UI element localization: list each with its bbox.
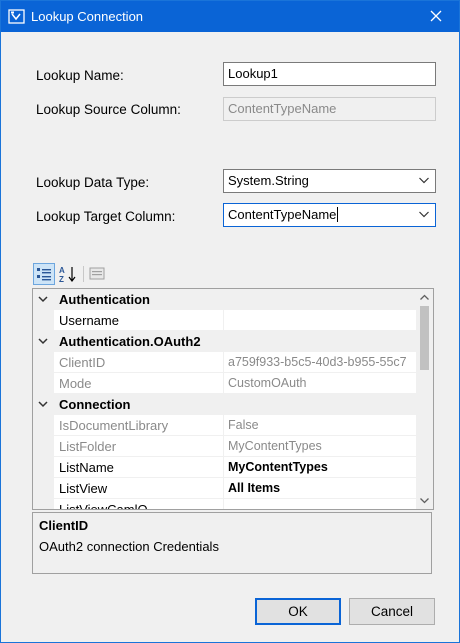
- description-text: OAuth2 connection Credentials: [39, 539, 219, 554]
- property-value: MyContentTypes: [228, 439, 322, 453]
- row-gutter: [33, 310, 54, 331]
- property-pages-button[interactable]: [87, 263, 109, 285]
- description-title: ClientID: [39, 518, 89, 533]
- lookup-target-column-value: ContentTypeName: [228, 207, 337, 222]
- categorized-button[interactable]: [33, 263, 55, 285]
- chevron-down-icon[interactable]: [37, 398, 49, 410]
- svg-text:A: A: [59, 266, 65, 275]
- property-name: IsDocumentLibrary: [59, 418, 169, 433]
- ssis-lookup-icon: [8, 9, 25, 24]
- lookup-source-column-field: ContentTypeName: [223, 97, 436, 121]
- row-gutter: [33, 499, 54, 509]
- column-divider: [223, 499, 224, 509]
- category-label: Authentication: [59, 292, 150, 307]
- column-divider: [223, 415, 224, 436]
- column-divider: [223, 310, 224, 331]
- alphabetical-button[interactable]: A Z: [57, 263, 79, 285]
- property-name: ListFolder: [59, 439, 117, 454]
- property-value[interactable]: All Items: [228, 481, 280, 495]
- title-bar[interactable]: Lookup Connection: [1, 1, 459, 32]
- property-value: False: [228, 418, 259, 432]
- property-value: CustomOAuth: [228, 376, 307, 390]
- property-row[interactable]: IsDocumentLibrary False: [33, 415, 416, 436]
- lookup-name-input[interactable]: Lookup1: [223, 62, 436, 86]
- category-label: Authentication.OAuth2: [59, 334, 201, 349]
- property-row[interactable]: ListName MyContentTypes: [33, 457, 416, 478]
- row-gutter: [33, 415, 54, 436]
- property-name: Mode: [59, 376, 92, 391]
- svg-text:Z: Z: [59, 275, 64, 284]
- column-divider: [223, 436, 224, 457]
- property-category[interactable]: Authentication: [33, 289, 416, 310]
- lookup-source-column-label: Lookup Source Column:: [36, 102, 181, 117]
- column-divider: [223, 478, 224, 499]
- categorized-icon: [37, 268, 51, 281]
- scrollbar-thumb[interactable]: [420, 306, 429, 370]
- lookup-data-type-select[interactable]: System.String: [223, 169, 436, 193]
- column-divider: [223, 457, 224, 478]
- property-row[interactable]: ClientID a759f933-b5c5-40d3-b955-55c7: [33, 352, 416, 373]
- property-grid-scrollbar[interactable]: [416, 289, 433, 509]
- property-grid[interactable]: Authentication Username Authentication.OAu…: [32, 288, 434, 510]
- lookup-data-type-label: Lookup Data Type:: [36, 175, 150, 190]
- property-row[interactable]: ListFolder MyContentTypes: [33, 436, 416, 457]
- column-divider: [223, 373, 224, 394]
- property-name: ListName: [59, 460, 114, 475]
- scroll-down-arrow-icon[interactable]: [416, 492, 433, 509]
- property-category[interactable]: Authentication.OAuth2: [33, 331, 416, 352]
- lookup-name-label: Lookup Name:: [36, 68, 124, 83]
- property-value: a759f933-b5c5-40d3-b955-55c7: [228, 355, 407, 369]
- property-row[interactable]: ListView All Items: [33, 478, 416, 499]
- row-gutter: [33, 352, 54, 373]
- row-gutter: [33, 478, 54, 499]
- property-grid-toolbar: A Z: [33, 263, 153, 285]
- chevron-down-icon[interactable]: [37, 335, 49, 347]
- row-gutter: [33, 436, 54, 457]
- window-title: Lookup Connection: [31, 9, 144, 24]
- column-divider: [223, 352, 224, 373]
- property-description-panel: ClientID OAuth2 connection Credentials: [32, 512, 432, 574]
- property-row[interactable]: ListViewCamlQ: [33, 499, 416, 510]
- lookup-target-column-label: Lookup Target Column:: [36, 209, 176, 224]
- property-name: ClientID: [59, 355, 106, 370]
- property-pages-icon: [89, 267, 105, 280]
- scroll-up-arrow-icon[interactable]: [416, 289, 433, 306]
- lookup-data-type-value: System.String: [228, 173, 309, 188]
- property-name: Username: [59, 313, 119, 328]
- lookup-connection-dialog: Lookup Connection Lookup Name: Lookup1 L…: [0, 0, 460, 643]
- category-label: Connection: [59, 397, 131, 412]
- row-gutter: [33, 457, 54, 478]
- property-category[interactable]: Connection: [33, 394, 416, 415]
- text-caret: [337, 207, 339, 222]
- property-row[interactable]: Username: [33, 310, 416, 331]
- property-name: ListViewCamlQ: [59, 502, 148, 510]
- chevron-down-icon: [419, 211, 429, 218]
- alphabetical-icon: A Z: [59, 266, 76, 284]
- lookup-source-column-value: ContentTypeName: [228, 101, 337, 116]
- property-name: ListView: [59, 481, 108, 496]
- property-row[interactable]: Mode CustomOAuth: [33, 373, 416, 394]
- ok-button[interactable]: OK: [255, 598, 341, 625]
- lookup-target-column-select[interactable]: ContentTypeName: [223, 203, 436, 227]
- property-value[interactable]: MyContentTypes: [228, 460, 328, 474]
- row-gutter: [33, 373, 54, 394]
- chevron-down-icon: [419, 177, 429, 184]
- toolbar-separator: [83, 266, 84, 282]
- lookup-name-value: Lookup1: [228, 66, 278, 81]
- close-icon: [430, 10, 442, 22]
- chevron-down-icon[interactable]: [37, 293, 49, 305]
- cancel-button[interactable]: Cancel: [349, 598, 435, 625]
- close-button[interactable]: [413, 1, 459, 32]
